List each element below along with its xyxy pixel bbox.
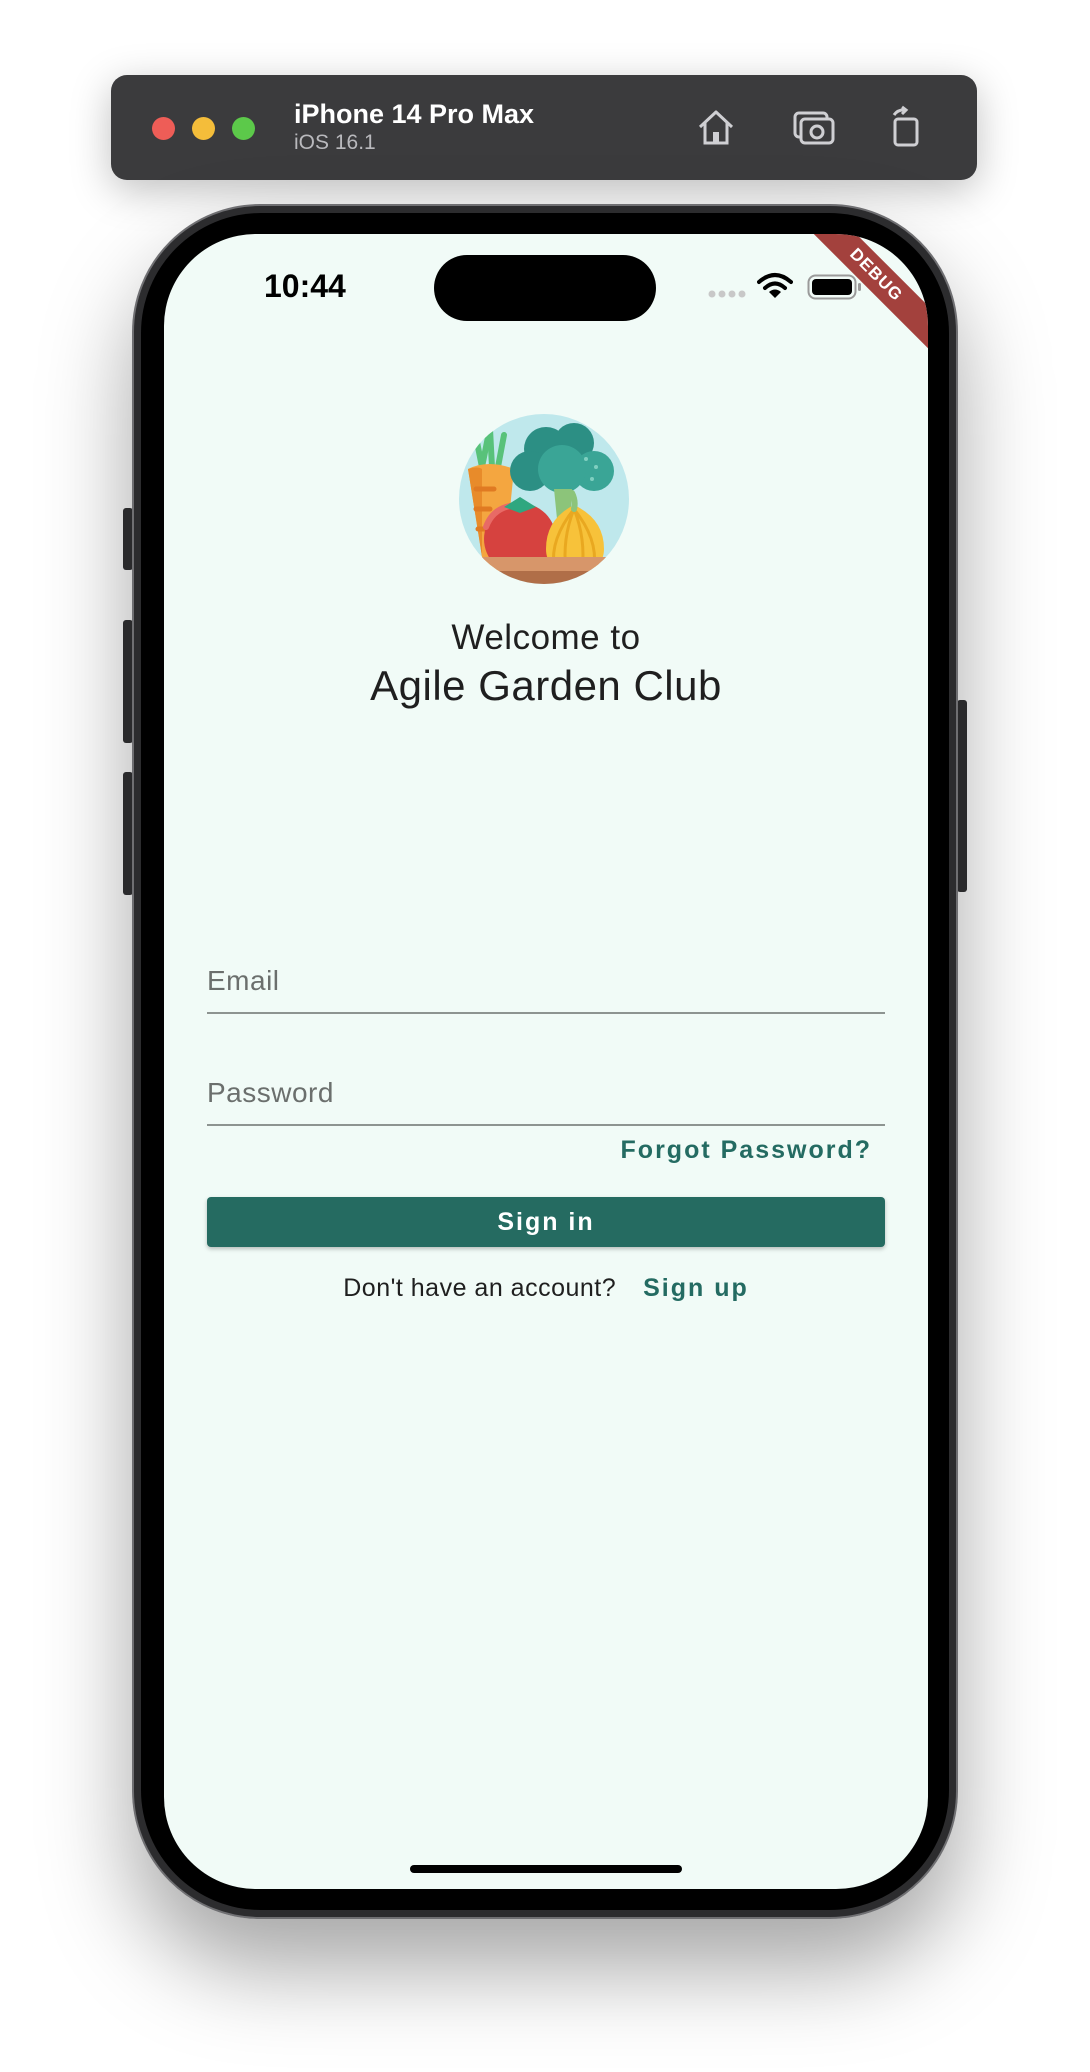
- status-time: 10:44: [264, 268, 346, 304]
- app-screen: 10:44 DEBUG Welcome to Agile Garden Club…: [164, 234, 928, 1889]
- screenshot-icon[interactable]: [792, 105, 836, 149]
- simulator-toolbar: iPhone 14 Pro Max iOS 16.1: [111, 75, 977, 180]
- zoom-window-button[interactable]: [232, 117, 255, 140]
- app-title: Agile Garden Club: [370, 662, 722, 709]
- sign-in-button[interactable]: Sign in: [207, 1197, 885, 1247]
- vegetables-logo-icon: [459, 414, 629, 584]
- forgot-password-link[interactable]: Forgot Password?: [621, 1136, 872, 1165]
- rotate-icon[interactable]: [884, 105, 928, 149]
- signup-row: Don't have an account? Sign up: [164, 1274, 928, 1303]
- os-version: iOS 16.1: [294, 131, 376, 154]
- wifi-icon: [757, 273, 793, 298]
- minimize-window-button[interactable]: [192, 117, 215, 140]
- dynamic-island: [434, 255, 656, 321]
- close-window-button[interactable]: [152, 117, 175, 140]
- power-button: [957, 700, 967, 892]
- password-field[interactable]: [207, 1062, 885, 1126]
- home-icon[interactable]: [694, 105, 738, 149]
- email-field[interactable]: [207, 950, 885, 1014]
- device-name: iPhone 14 Pro Max: [294, 99, 535, 129]
- home-indicator[interactable]: [410, 1865, 682, 1873]
- no-account-text: Don't have an account?: [343, 1274, 617, 1302]
- cellular-signal-icon: [708, 290, 746, 298]
- welcome-text: Welcome to: [451, 618, 641, 657]
- sign-up-link[interactable]: Sign up: [643, 1274, 749, 1302]
- battery-icon: [807, 274, 861, 300]
